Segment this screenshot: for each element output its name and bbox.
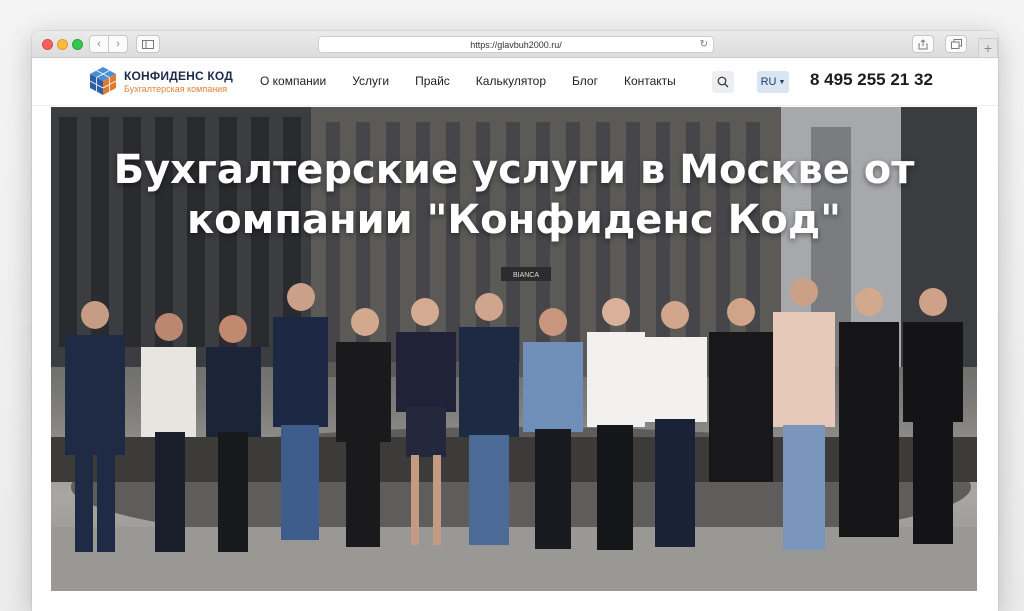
hero-title: Бухгалтерские услуги в Москве от компани… [113,147,915,243]
maximize-window-button[interactable] [72,39,83,50]
minimize-window-button[interactable] [57,39,68,50]
menu-item-services[interactable]: Услуги [352,74,389,88]
menu-item-calculator[interactable]: Калькулятор [476,74,546,88]
site-logo[interactable]: КОНФИДЕНС КОД Бухгалтерская компания [87,65,233,97]
shop-sign: BIANCA [513,272,539,279]
hero-banner: BIANCA Бухгалтерские услуги в Москве от … [51,107,977,591]
share-button[interactable] [912,35,934,53]
phone-number[interactable]: 8 495 255 21 32 [810,70,933,90]
close-window-button[interactable] [42,39,53,50]
address-bar[interactable]: https://glavbuh2000.ru/ ↻ [318,36,714,53]
menu-item-about[interactable]: О компании [260,74,326,88]
chevron-left-icon: ‹ [97,38,101,50]
language-selector[interactable]: RU ▼ [757,71,789,93]
menu-item-price[interactable]: Прайс [415,74,450,88]
main-menu: О компании Услуги Прайс Калькулятор Блог… [260,74,702,88]
forward-button[interactable]: › [108,35,128,53]
url-text: https://glavbuh2000.ru/ [470,39,562,50]
back-button[interactable]: ‹ [89,35,109,53]
search-icon [717,76,729,88]
reload-icon[interactable]: ↻ [700,39,708,50]
new-tab-button[interactable]: + [978,38,998,58]
logo-subtitle: Бухгалтерская компания [124,83,228,94]
sidebar-icon [142,39,154,49]
cube-logo-icon [89,67,117,95]
browser-window: ‹ › https://glavbuh2000.ru/ ↻ + КОНФИДЕН… [32,31,998,611]
sidebar-toggle-button[interactable] [136,35,160,53]
share-icon [918,38,928,49]
browser-titlebar: ‹ › https://glavbuh2000.ru/ ↻ + [32,31,998,58]
tabs-icon [950,39,962,49]
chevron-right-icon: › [116,38,120,50]
logo-name: КОНФИДЕНС КОД [124,68,234,83]
menu-item-contacts[interactable]: Контакты [624,74,676,88]
search-button[interactable] [712,71,734,93]
caret-down-icon: ▼ [778,78,786,86]
language-value: RU [760,76,777,88]
tabs-overview-button[interactable] [945,35,967,53]
site-header: КОНФИДЕНС КОД Бухгалтерская компания О к… [32,58,998,106]
menu-item-blog[interactable]: Блог [572,74,598,88]
